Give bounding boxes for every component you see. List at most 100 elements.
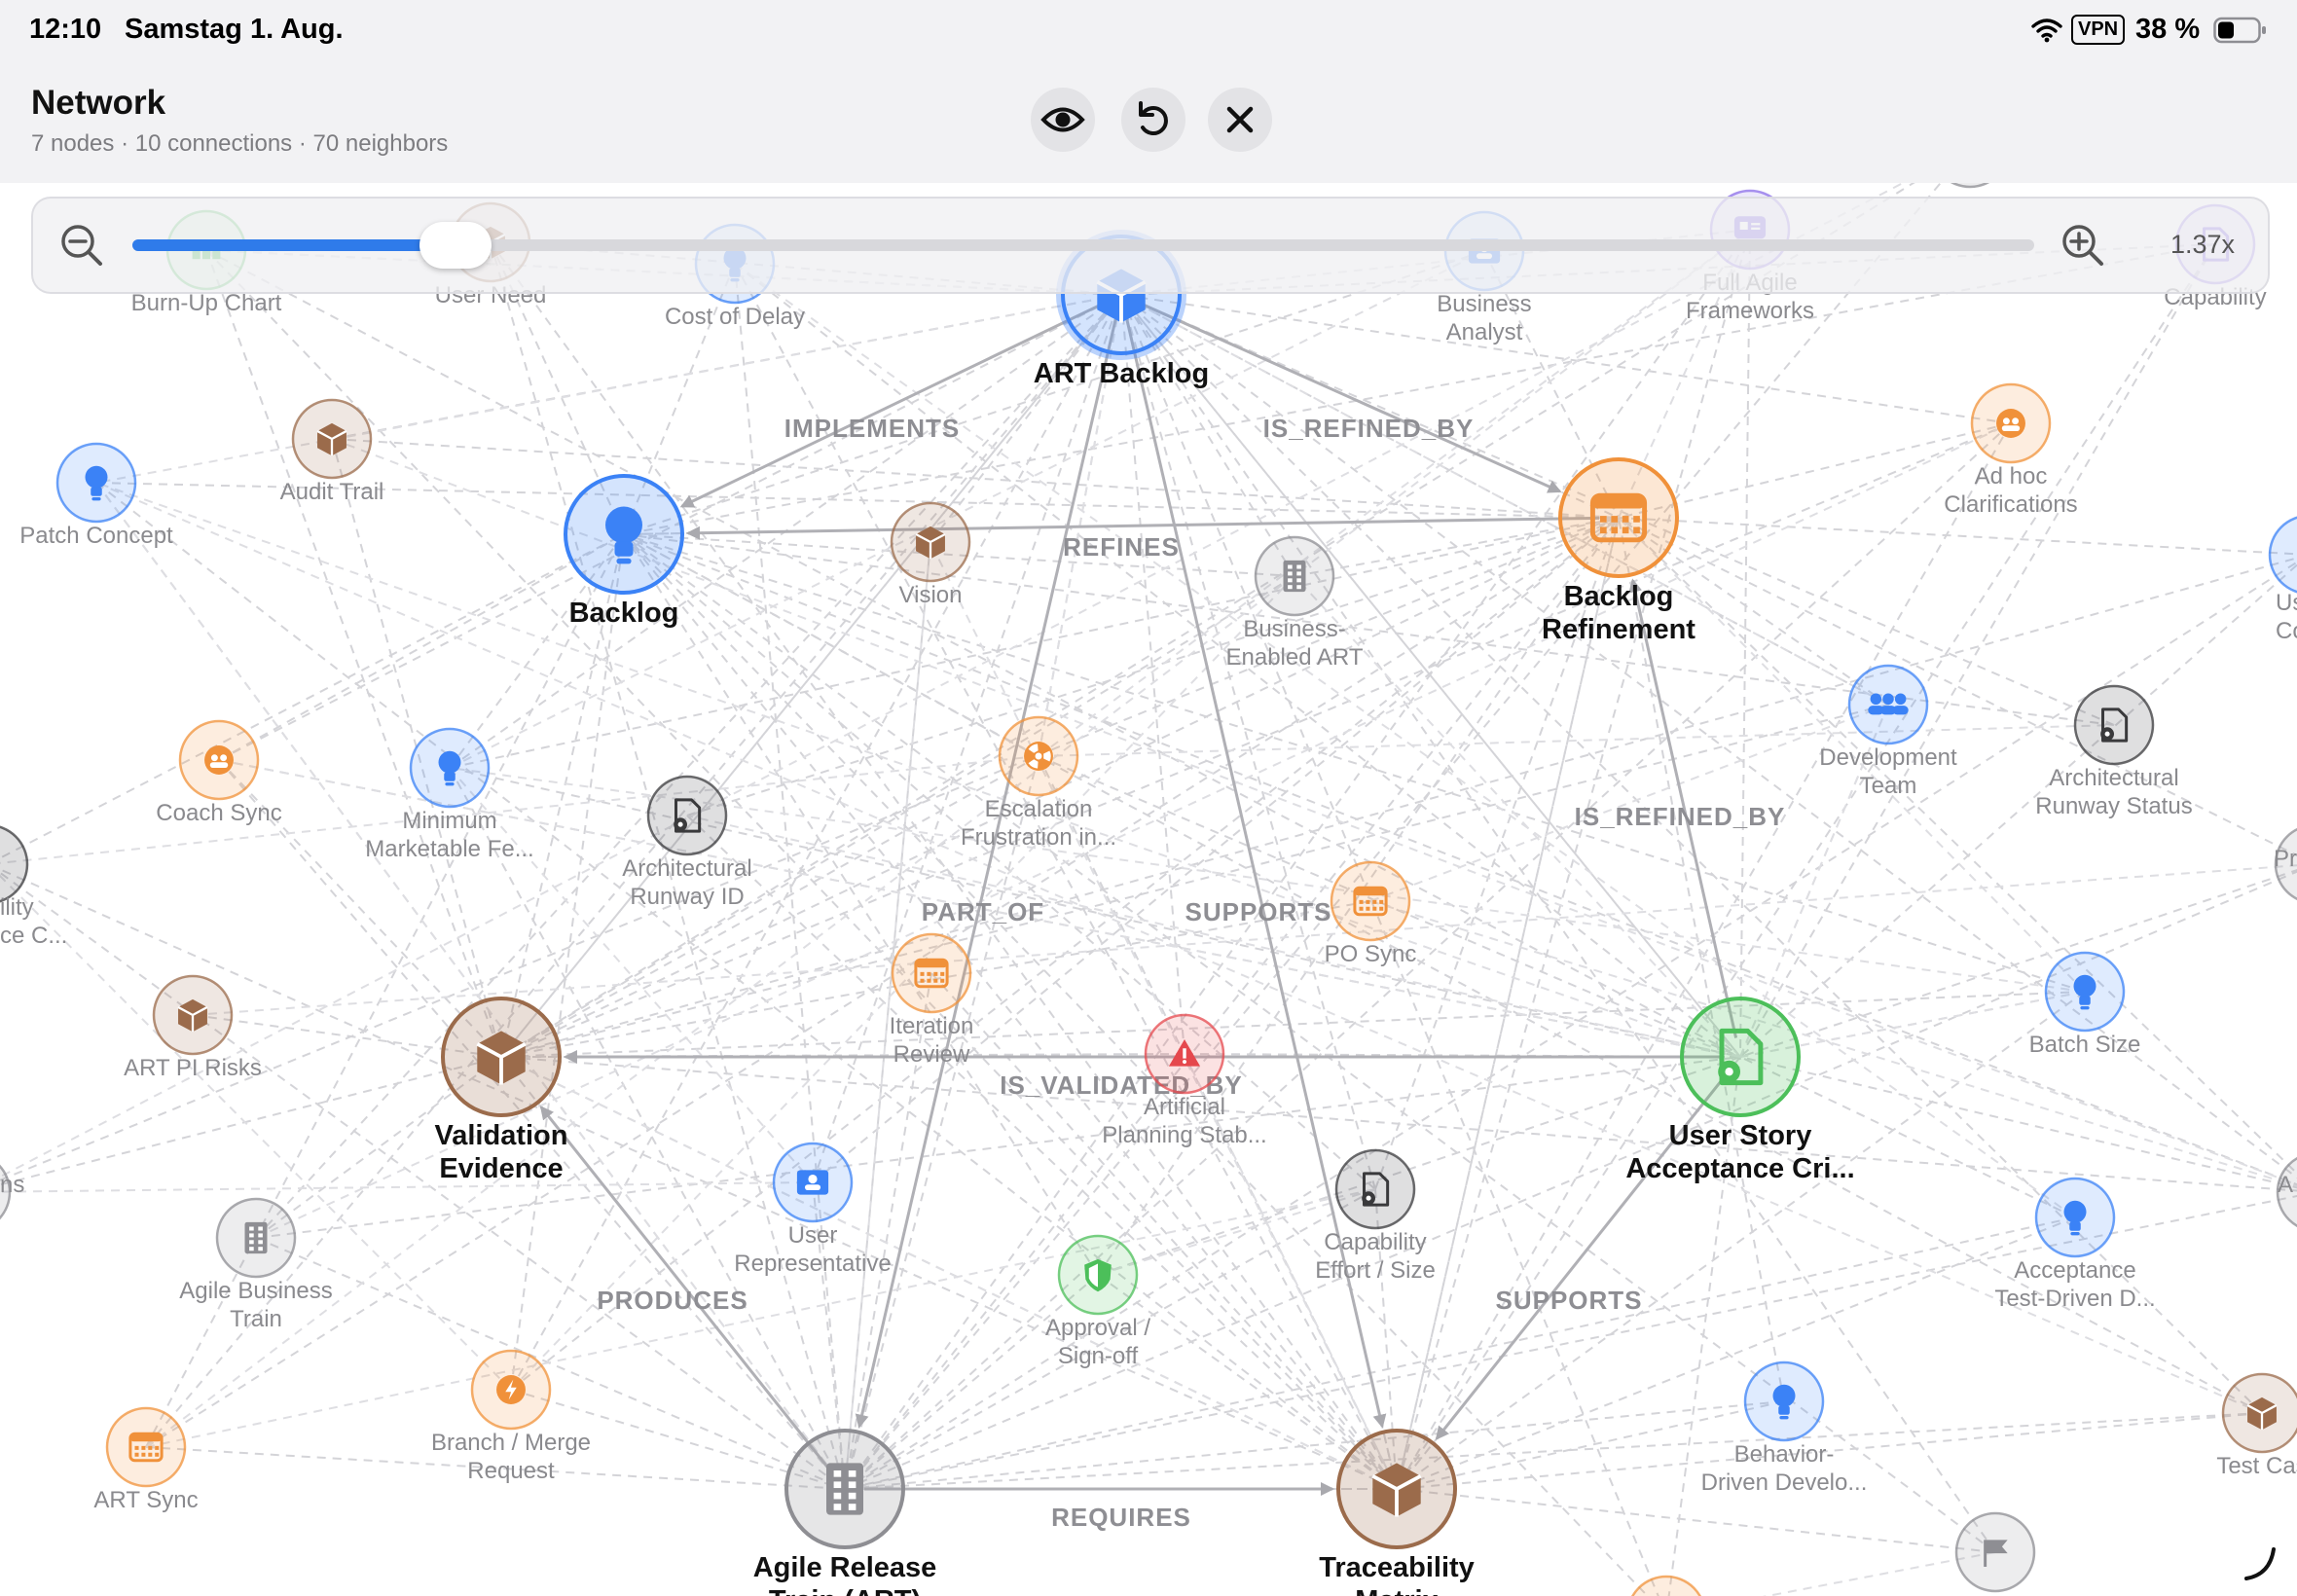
node-patch-concept[interactable]: Patch Concept (19, 442, 173, 549)
vpn-badge: VPN (2071, 15, 2126, 45)
edge-label: PRODUCES (597, 1286, 747, 1315)
neighbor-edge (1618, 517, 2297, 556)
node-label: Patch Concept (19, 523, 173, 549)
building-icon (826, 1463, 863, 1515)
node-label: Enabled ART (1226, 644, 1364, 671)
neighbor-edge (0, 868, 1398, 1490)
node-label: Development (1819, 744, 1957, 771)
edge-implements[interactable] (679, 302, 1105, 508)
person-card-icon (796, 1170, 829, 1195)
node-label: Clarifications (1944, 491, 2077, 518)
zoom-out-icon[interactable] (56, 220, 107, 271)
visibility-button[interactable] (1031, 88, 1095, 152)
node-label: A (2278, 1172, 2293, 1198)
reset-button[interactable] (1121, 88, 1185, 152)
node-label: Branch / Merge (431, 1430, 591, 1456)
node-label: Matrix (1355, 1585, 1438, 1596)
neighbor-edge (1762, 1551, 1996, 1596)
radiation-icon (1024, 742, 1053, 771)
node-flag-node[interactable] (1954, 1511, 2036, 1593)
node-partial-right-3[interactable]: A (2276, 1153, 2297, 1231)
rotate-ccw-icon (1139, 101, 1168, 135)
node-acceptance-tdd[interactable]: AcceptanceTest-Driven D... (1994, 1177, 2156, 1312)
node-label: Ad hoc (1975, 463, 2048, 490)
node-art-pi-risks[interactable]: ART PI Risks (124, 974, 262, 1081)
node-iteration-review[interactable]: IterationReview (890, 932, 974, 1068)
node-label: Driven Develo... (1701, 1469, 1868, 1496)
neighbor-edge (623, 533, 1650, 1596)
neighbor-edge (1120, 294, 1889, 706)
node-label: Sign-off (1058, 1343, 1139, 1369)
edge-label: SUPPORTS (1495, 1286, 1642, 1315)
node-partial-bottom[interactable] (1627, 1575, 1705, 1596)
node-test-case[interactable]: Test Cas (2216, 1372, 2297, 1479)
node-label: Vision (899, 582, 963, 608)
node-label: Effort / Size (1315, 1257, 1436, 1284)
node-branch-merge[interactable]: Branch / MergeRequest (431, 1349, 591, 1484)
neighbor-edge (500, 422, 2012, 1058)
node-minimum-marketable[interactable]: MinimumMarketable Fe... (365, 727, 534, 862)
node-partial-right-1[interactable]: UseCo (2268, 516, 2297, 644)
neighbor-edge (0, 1181, 814, 1193)
node-bdd[interactable]: Behavior-Driven Develo... (1701, 1360, 1868, 1496)
status-date: Samstag 1. Aug. (125, 14, 344, 45)
node-label: Audit Trail (280, 479, 384, 505)
edge-label: PART_OF (922, 897, 1044, 926)
zoom-slider-thumb[interactable] (419, 222, 492, 269)
node-label: Agile Business (179, 1278, 332, 1304)
people-icon (1996, 409, 2025, 438)
node-label: ART Sync (93, 1487, 198, 1513)
node-label: Marketable Fe... (365, 836, 533, 862)
node-label: Architectural (622, 855, 751, 882)
wifi-icon (2031, 18, 2062, 43)
node-traceability-matrix[interactable]: Traceability Matrix (1319, 1429, 1475, 1596)
edge-label: IS_REFINED_BY (1263, 414, 1475, 443)
neighbor-edge (255, 294, 1122, 1239)
scroll-indicator-icon (2244, 1547, 2276, 1580)
neighbor-edge (0, 871, 846, 1490)
node-business-enabled-art[interactable]: Business-Enabled ART (1226, 535, 1364, 671)
neighbor-edge (1396, 1488, 1996, 1553)
node-validation-evidence[interactable]: ValidationEvidence (435, 997, 568, 1184)
node-agile-release-train[interactable]: Agile Release Train (ART) (753, 1429, 937, 1596)
node-label: Burn-Up Chart (131, 290, 282, 316)
node-audit-trail[interactable]: Audit Trail (280, 398, 384, 505)
node-user-representative[interactable]: UserRepresentative (734, 1142, 892, 1277)
node-architectural-runway-status[interactable]: ArchitecturalRunway Status (2035, 684, 2193, 819)
node-label: Analyst (1446, 319, 1523, 345)
neighbor-edge (1739, 563, 2297, 1058)
node-escalation-frustration[interactable]: EscalationFrustration in... (961, 715, 1116, 851)
eye-icon (1040, 107, 1085, 132)
node-art-sync[interactable]: ART Sync (93, 1406, 199, 1513)
node-label: User (788, 1222, 838, 1249)
node-label: Test Cas (2216, 1453, 2297, 1479)
node-architectural-runway-id[interactable]: ArchitecturalRunway ID (622, 775, 752, 910)
edge-label: REFINES (1063, 532, 1180, 562)
network-graph[interactable]: IMPLEMENTS IS_REFINED_BY REFINES IS_REFINED… (0, 183, 2297, 1596)
neighbor-edge (844, 1216, 2076, 1490)
node-label: Architectural (2049, 765, 2178, 791)
node-label: Planning Stab... (1102, 1122, 1266, 1148)
node-ad-hoc-clarifications[interactable]: Ad hocClarifications (1944, 382, 2078, 518)
node-agile-business-train[interactable]: Agile BusinessTrain (179, 1197, 333, 1332)
node-partial-top[interactable]: Backlog Item (1903, 183, 2038, 189)
node-vision[interactable]: Vision (890, 501, 971, 608)
node-label: Artificial (1144, 1094, 1225, 1120)
node-partial-left-1[interactable]: ilityce C... (0, 825, 67, 949)
neighbor-edge (218, 533, 625, 761)
node-label: Backlog (569, 598, 679, 629)
node-label: Runway Status (2035, 793, 2192, 819)
node-label: Co (2276, 618, 2297, 644)
status-bar: 12:10 Samstag 1. Aug. VPN 38 % (0, 0, 2297, 62)
node-partial-right-2[interactable]: Pr (2274, 825, 2297, 903)
node-label: Request (467, 1458, 555, 1484)
node-user-story-acceptance[interactable]: User StoryAcceptance Cri... (1625, 997, 1855, 1184)
node-backlog[interactable]: Backlog (564, 474, 684, 629)
edge-refines[interactable] (685, 516, 1600, 540)
zoom-in-icon[interactable] (2058, 220, 2108, 271)
neighbor-edge (449, 767, 1741, 1058)
node-po-sync[interactable]: PO Sync (1325, 860, 1417, 967)
group-icon (1868, 693, 1909, 715)
neighbor-edge (95, 294, 1122, 484)
close-button[interactable] (1208, 88, 1272, 152)
